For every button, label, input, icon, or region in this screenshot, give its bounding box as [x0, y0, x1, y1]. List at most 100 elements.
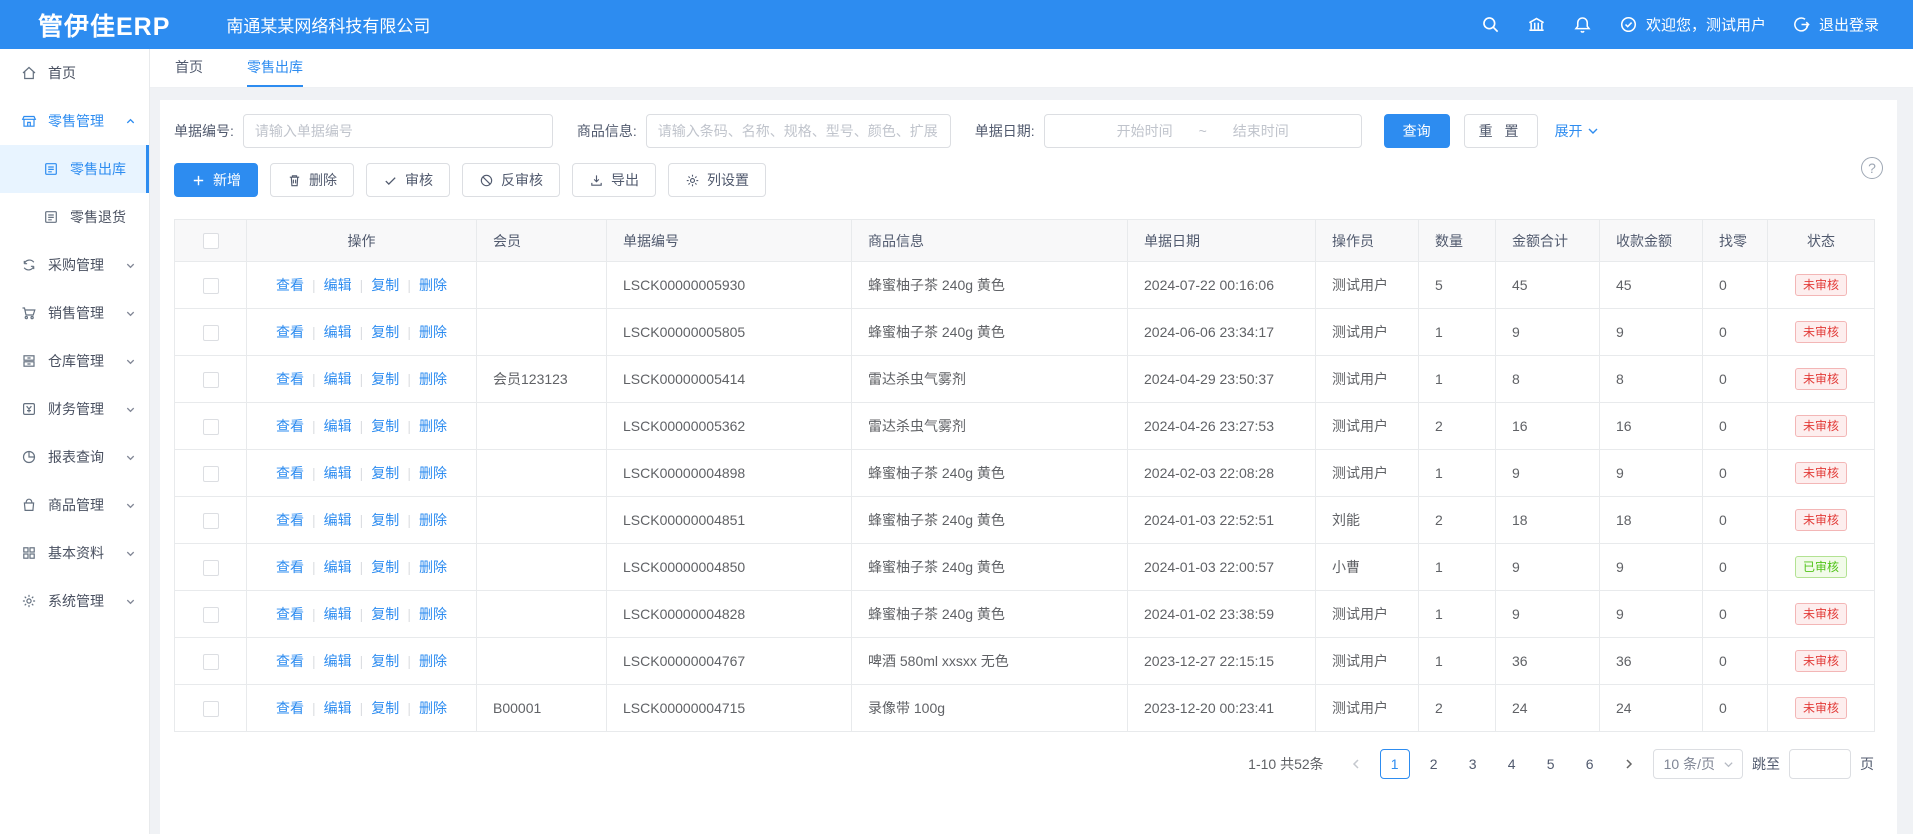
delete-link[interactable]: 删除 [419, 275, 447, 295]
edit-link[interactable]: 编辑 [324, 275, 352, 295]
copy-link[interactable]: 复制 [371, 463, 399, 483]
row-checkbox[interactable] [203, 325, 219, 341]
audit-button[interactable]: 审核 [366, 163, 450, 197]
export-button[interactable]: 导出 [572, 163, 656, 197]
help-icon[interactable]: ? [1861, 157, 1883, 179]
row-checkbox[interactable] [203, 654, 219, 670]
row-checkbox[interactable] [203, 701, 219, 717]
view-link[interactable]: 查看 [276, 322, 304, 342]
row-checkbox[interactable] [203, 466, 219, 482]
copy-link[interactable]: 复制 [371, 369, 399, 389]
delete-button[interactable]: 删除 [270, 163, 354, 197]
copy-link[interactable]: 复制 [371, 698, 399, 718]
edit-link[interactable]: 编辑 [324, 604, 352, 624]
date-range-input[interactable]: 开始时间 ~ 结束时间 [1044, 114, 1362, 148]
action-separator: | [312, 324, 316, 340]
page-button-4[interactable]: 4 [1497, 749, 1527, 779]
edit-link[interactable]: 编辑 [324, 416, 352, 436]
sidebar-item-finance-management[interactable]: 财务管理 [0, 385, 149, 433]
delete-link[interactable]: 删除 [419, 651, 447, 671]
row-checkbox[interactable] [203, 560, 219, 576]
copy-link[interactable]: 复制 [371, 557, 399, 577]
prev-page-button[interactable] [1341, 749, 1371, 779]
logout-button[interactable]: 退出登录 [1792, 14, 1879, 35]
edit-link[interactable]: 编辑 [324, 369, 352, 389]
edit-link[interactable]: 编辑 [324, 322, 352, 342]
search-icon[interactable] [1481, 15, 1501, 35]
page-button-3[interactable]: 3 [1458, 749, 1488, 779]
row-checkbox[interactable] [203, 607, 219, 623]
column-settings-button[interactable]: 列设置 [668, 163, 766, 197]
view-link[interactable]: 查看 [276, 698, 304, 718]
copy-link[interactable]: 复制 [371, 510, 399, 530]
bell-icon[interactable] [1573, 15, 1593, 35]
copy-link[interactable]: 复制 [371, 275, 399, 295]
product-info-input[interactable] [646, 114, 951, 148]
logout-text: 退出登录 [1819, 14, 1879, 35]
sidebar-item-report-query[interactable]: 报表查询 [0, 433, 149, 481]
edit-link[interactable]: 编辑 [324, 463, 352, 483]
view-link[interactable]: 查看 [276, 275, 304, 295]
row-actions: 查看 | 编辑 | 复制 | 删除 [247, 322, 476, 342]
tab-retail-outbound[interactable]: 零售出库 [247, 49, 303, 87]
view-link[interactable]: 查看 [276, 369, 304, 389]
sidebar-item-home[interactable]: 首页 [0, 49, 149, 97]
page-size-select[interactable]: 10 条/页 [1653, 749, 1743, 779]
sidebar-item-base-data[interactable]: 基本资料 [0, 529, 149, 577]
delete-link[interactable]: 删除 [419, 416, 447, 436]
query-button[interactable]: 查询 [1384, 114, 1450, 148]
edit-link[interactable]: 编辑 [324, 557, 352, 577]
sidebar-item-system-management[interactable]: 系统管理 [0, 577, 149, 625]
next-page-button[interactable] [1614, 749, 1644, 779]
copy-link[interactable]: 复制 [371, 651, 399, 671]
view-link[interactable]: 查看 [276, 557, 304, 577]
row-checkbox[interactable] [203, 513, 219, 529]
order-no-input[interactable] [243, 114, 553, 148]
add-button[interactable]: 新增 [174, 163, 258, 197]
select-all-checkbox[interactable] [203, 233, 219, 249]
copy-link[interactable]: 复制 [371, 604, 399, 624]
sidebar-item-sales-management[interactable]: 销售管理 [0, 289, 149, 337]
delete-link[interactable]: 删除 [419, 463, 447, 483]
page-button-1[interactable]: 1 [1380, 749, 1410, 779]
row-checkbox[interactable] [203, 278, 219, 294]
page-button-6[interactable]: 6 [1575, 749, 1605, 779]
copy-link[interactable]: 复制 [371, 416, 399, 436]
bank-icon[interactable] [1527, 15, 1547, 35]
sidebar-item-goods-management[interactable]: 商品管理 [0, 481, 149, 529]
shop-icon [21, 113, 37, 129]
view-link[interactable]: 查看 [276, 604, 304, 624]
cell-member: B00001 [477, 685, 607, 732]
column-settings-label: 列设置 [707, 170, 749, 190]
page-button-5[interactable]: 5 [1536, 749, 1566, 779]
tab-home[interactable]: 首页 [175, 49, 203, 87]
delete-link[interactable]: 删除 [419, 604, 447, 624]
delete-link[interactable]: 删除 [419, 698, 447, 718]
sidebar-item-retail-outbound[interactable]: 零售出库 [0, 145, 149, 193]
view-link[interactable]: 查看 [276, 510, 304, 530]
row-actions: 查看 | 编辑 | 复制 | 删除 [247, 510, 476, 530]
view-link[interactable]: 查看 [276, 651, 304, 671]
sidebar-item-warehouse-management[interactable]: 仓库管理 [0, 337, 149, 385]
user-welcome[interactable]: 欢迎您，测试用户 [1619, 14, 1766, 35]
jump-page-input[interactable] [1789, 749, 1851, 779]
edit-link[interactable]: 编辑 [324, 698, 352, 718]
sidebar-item-retail-management[interactable]: 零售管理 [0, 97, 149, 145]
edit-link[interactable]: 编辑 [324, 510, 352, 530]
edit-link[interactable]: 编辑 [324, 651, 352, 671]
row-checkbox[interactable] [203, 372, 219, 388]
sidebar-item-retail-return[interactable]: 零售退货 [0, 193, 149, 241]
expand-link[interactable]: 展开 [1555, 121, 1599, 141]
view-link[interactable]: 查看 [276, 416, 304, 436]
reset-button[interactable]: 重 置 [1464, 114, 1538, 148]
page-button-2[interactable]: 2 [1419, 749, 1449, 779]
copy-link[interactable]: 复制 [371, 322, 399, 342]
row-checkbox[interactable] [203, 419, 219, 435]
delete-link[interactable]: 删除 [419, 510, 447, 530]
delete-link[interactable]: 删除 [419, 369, 447, 389]
unaudit-button[interactable]: 反审核 [462, 163, 560, 197]
sidebar-item-purchase-management[interactable]: 采购管理 [0, 241, 149, 289]
delete-link[interactable]: 删除 [419, 557, 447, 577]
view-link[interactable]: 查看 [276, 463, 304, 483]
delete-link[interactable]: 删除 [419, 322, 447, 342]
